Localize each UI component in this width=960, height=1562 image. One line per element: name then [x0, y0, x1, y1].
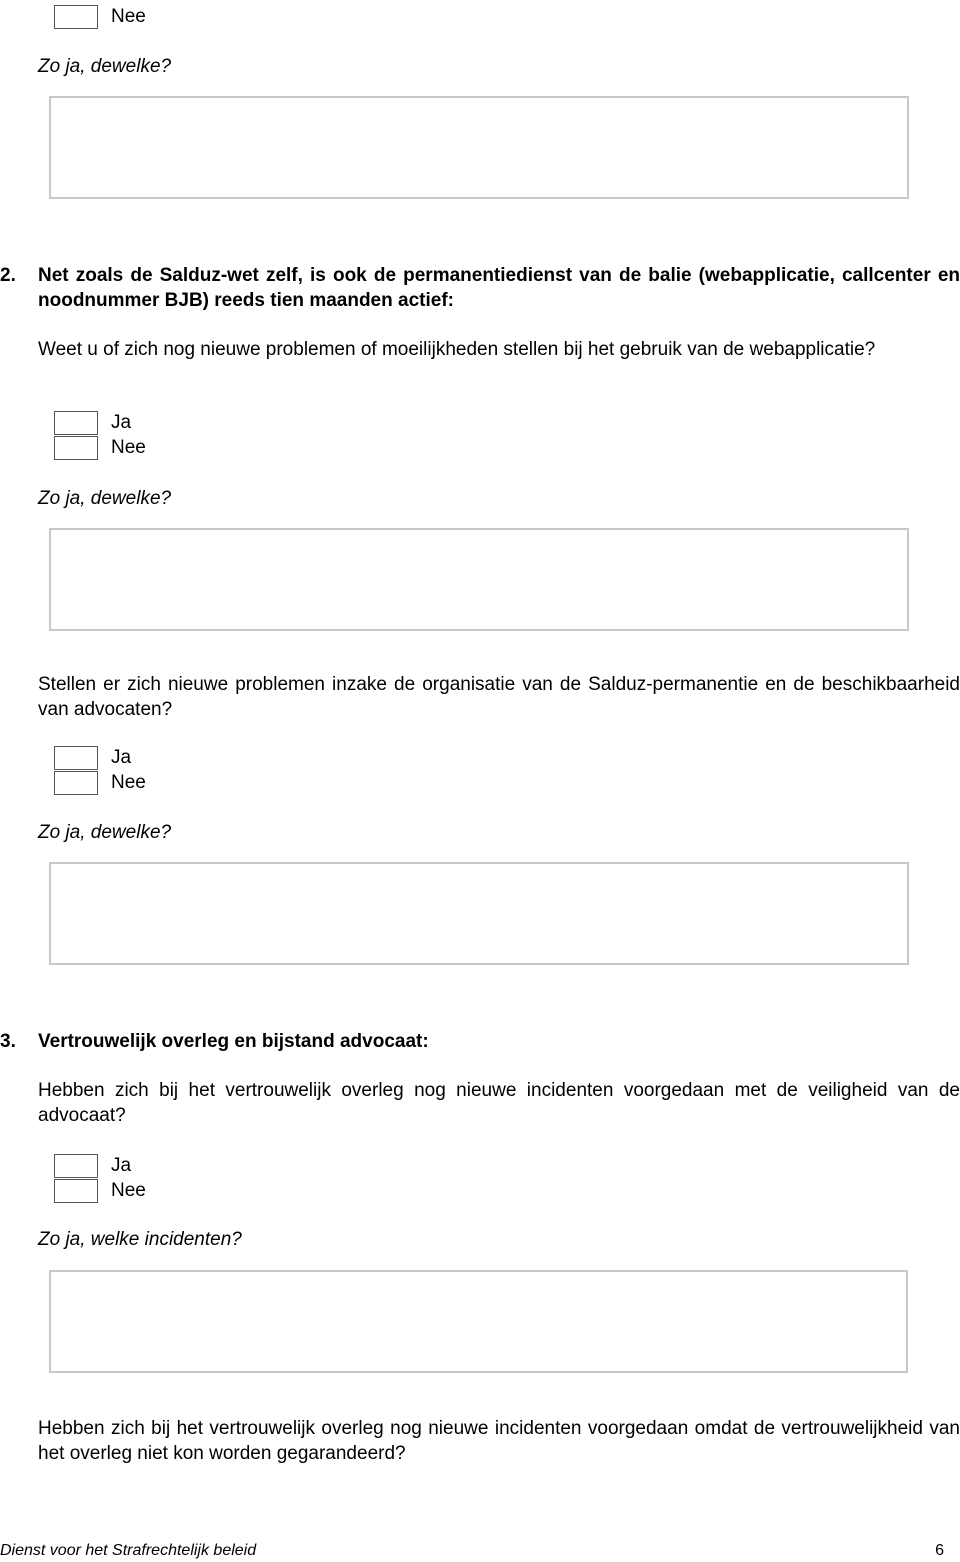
- answer-box-s2q1[interactable]: [49, 528, 909, 631]
- nee-checkbox-s2q1[interactable]: [54, 436, 98, 460]
- ja-checkbox-s2q1[interactable]: [54, 411, 98, 435]
- section-3-heading: Vertrouwelijk overleg en bijstand advoca…: [38, 1031, 429, 1052]
- ja-label-s2q1: Ja: [111, 412, 132, 433]
- followup-label-top: Zo ja, dewelke?: [38, 56, 172, 77]
- section-2-question-1: Weet u of zich nog nieuwe problemen of m…: [38, 339, 876, 360]
- section-2-number: 2.: [0, 265, 16, 286]
- nee-label-s2q2: Nee: [111, 772, 146, 793]
- nee-label-s2q1: Nee: [111, 437, 146, 458]
- ja-checkbox-s2q2[interactable]: [54, 746, 98, 770]
- footer-page-number: 6: [935, 1542, 944, 1559]
- followup-label-s2q2: Zo ja, dewelke?: [38, 822, 172, 843]
- section-3-number: 3.: [0, 1031, 16, 1052]
- nee-label-top: Nee: [111, 6, 146, 27]
- section-2-heading: Net zoals de Salduz-wet zelf, is ook de …: [38, 265, 960, 311]
- followup-label-s3q1: Zo ja, welke incidenten?: [38, 1229, 242, 1250]
- section-3-question-1: Hebben zich bij het vertrouwelijk overle…: [38, 1080, 960, 1126]
- answer-box-s3q1[interactable]: [49, 1270, 908, 1373]
- answer-box-top[interactable]: [49, 96, 909, 199]
- followup-label-s2q1: Zo ja, dewelke?: [38, 488, 172, 509]
- footer-organization: Dienst voor het Strafrechtelijk beleid: [0, 1542, 257, 1559]
- ja-checkbox-s3q1[interactable]: [54, 1154, 98, 1178]
- answer-box-s2q2[interactable]: [49, 862, 909, 965]
- nee-checkbox-top[interactable]: [54, 5, 98, 29]
- nee-label-s3q1: Nee: [111, 1180, 146, 1201]
- ja-label-s2q2: Ja: [111, 747, 132, 768]
- nee-checkbox-s2q2[interactable]: [54, 771, 98, 795]
- ja-label-s3q1: Ja: [111, 1155, 132, 1176]
- section-3-question-2: Hebben zich bij het vertrouwelijk overle…: [38, 1418, 960, 1464]
- nee-checkbox-s3q1[interactable]: [54, 1179, 98, 1203]
- section-2-question-2: Stellen er zich nieuwe problemen inzake …: [38, 674, 960, 720]
